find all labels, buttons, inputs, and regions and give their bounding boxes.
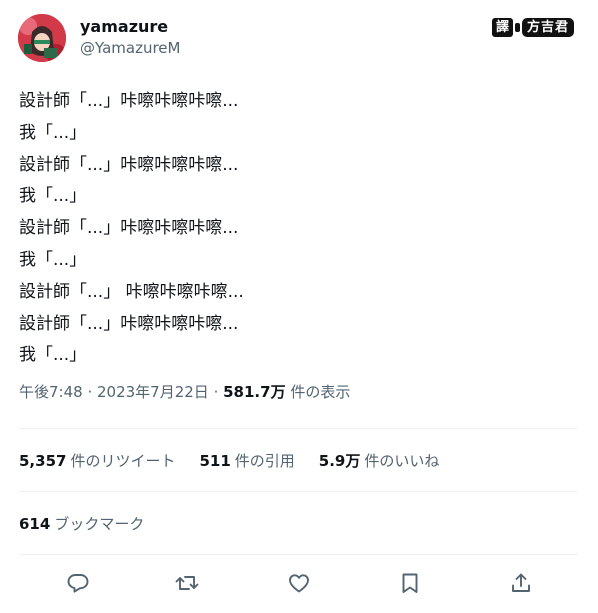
retweets-count: 5,357 xyxy=(19,452,67,470)
likes-stat[interactable]: 5.9万 件のいいね xyxy=(319,451,440,471)
handle[interactable]: @YamazureM xyxy=(80,38,180,58)
views-label: 件の表示 xyxy=(285,383,351,401)
bookmarks-count: 614 xyxy=(19,515,51,533)
bookmarks-label: ブックマーク xyxy=(54,515,145,533)
quotes-count: 511 xyxy=(199,452,231,470)
tweet-header: yamazure @YamazureM 譯 方吉君 xyxy=(18,14,578,64)
action-bar xyxy=(0,568,598,598)
tweet-line: 設計師「...」咔嚓咔嚓咔嚓... xyxy=(19,154,239,175)
likes-label: 件のいいね xyxy=(364,452,440,470)
meta-separator: · xyxy=(208,383,224,401)
avatar-image xyxy=(18,14,66,62)
tweet-line: 我「...」 xyxy=(19,249,87,270)
reply-button[interactable] xyxy=(63,568,93,598)
watermark-badge: 譯 xyxy=(491,18,513,37)
tweet-date[interactable]: 2023年7月22日 xyxy=(97,383,209,401)
tweet: yamazure @YamazureM 譯 方吉君 設計師「...」咔嚓咔嚓咔嚓… xyxy=(0,0,598,613)
engagement-stats: 5,357 件のリツイート 511 件の引用 5.9万 件のいいね xyxy=(19,451,463,471)
tweet-meta: 午後7:48 · 2023年7月22日 · 581.7万 件の表示 xyxy=(19,382,350,402)
retweets-label: 件のリツイート xyxy=(70,452,176,470)
like-icon xyxy=(289,574,309,593)
retweets-stat[interactable]: 5,357 件のリツイート xyxy=(19,451,175,471)
tweet-line: 設計師「...」咔嚓咔嚓咔嚓... xyxy=(19,313,239,334)
meta-separator: · xyxy=(82,383,97,401)
retweet-icon xyxy=(175,576,199,590)
author-names: yamazure @YamazureM xyxy=(80,17,180,58)
avatar[interactable] xyxy=(18,14,66,62)
quotes-label: 件の引用 xyxy=(234,452,295,470)
views-count[interactable]: 581.7万 xyxy=(223,383,285,401)
reply-icon xyxy=(67,574,89,593)
watermark-dot xyxy=(514,23,520,32)
watermark-name: 方吉君 xyxy=(521,18,574,37)
tweet-time[interactable]: 午後7:48 xyxy=(19,383,83,401)
like-button[interactable] xyxy=(284,568,314,598)
divider xyxy=(19,491,578,492)
bookmarks-stat[interactable]: 614 ブックマーク xyxy=(19,514,144,534)
tweet-line: 我「...」 xyxy=(19,186,87,207)
likes-count: 5.9万 xyxy=(318,452,361,470)
display-name[interactable]: yamazure xyxy=(80,17,180,37)
tweet-line: 設計師「...」咔嚓咔嚓咔嚓... xyxy=(19,91,239,111)
tweet-line: 設計師「...」咔嚓咔嚓咔嚓... xyxy=(19,218,239,239)
divider xyxy=(19,554,578,555)
quotes-stat[interactable]: 511 件の引用 xyxy=(199,451,294,471)
tweet-line: 設計師「...」 咔嚓咔嚓咔嚓... xyxy=(19,281,244,302)
translator-watermark: 譯 方吉君 xyxy=(491,18,574,37)
share-icon xyxy=(512,573,530,592)
tweet-line: 我「...」 xyxy=(19,122,87,143)
tweet-line: 我「...」 xyxy=(19,345,87,366)
retweet-button[interactable] xyxy=(172,568,202,598)
bookmark-icon xyxy=(402,573,418,593)
bookmark-button[interactable] xyxy=(395,568,425,598)
tweet-text: 設計師「...」咔嚓咔嚓咔嚓... 我「...」 設計師「...」咔嚓咔嚓咔嚓.… xyxy=(19,86,559,372)
divider xyxy=(19,428,578,429)
share-button[interactable] xyxy=(506,568,536,598)
